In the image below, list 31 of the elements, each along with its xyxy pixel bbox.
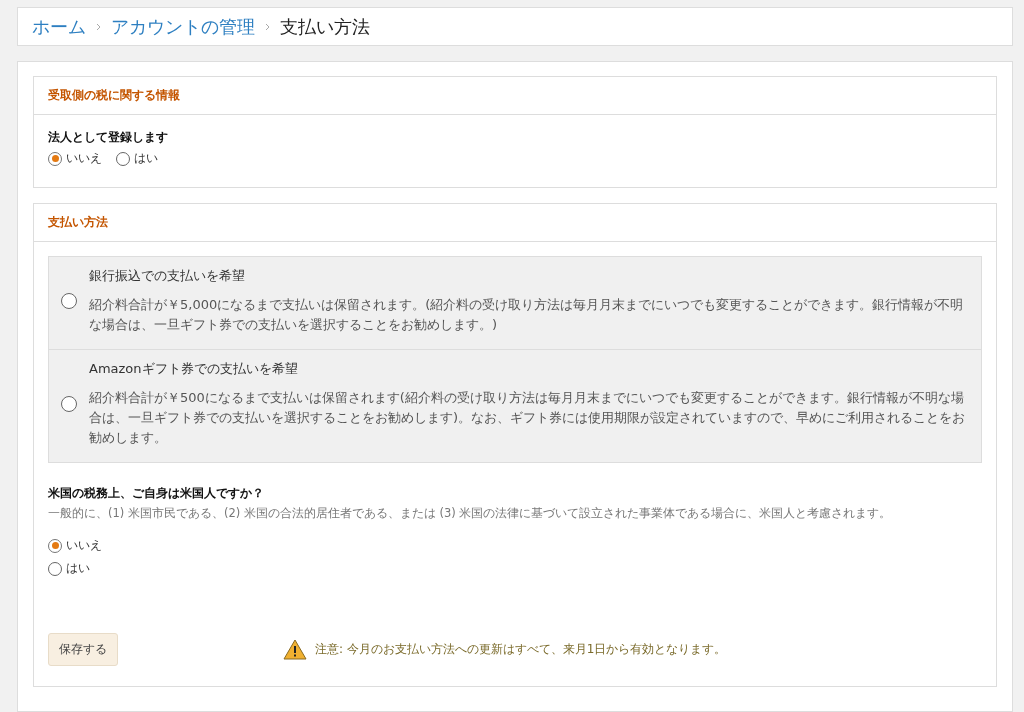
method-title: 銀行振込での支払いを希望: [89, 267, 246, 285]
chevron-icon: [265, 22, 270, 31]
question-text: 法人として登録します: [48, 129, 169, 146]
radio-button[interactable]: [61, 396, 77, 412]
section-title: 受取側の税に関する情報: [34, 77, 996, 115]
radio-button[interactable]: [48, 151, 62, 166]
radio-option[interactable]: はい: [116, 150, 158, 167]
breadcrumb-link[interactable]: アカウントの管理: [111, 14, 255, 39]
radio-button[interactable]: [116, 151, 130, 166]
breadcrumb-link[interactable]: ホーム: [32, 14, 86, 39]
page-title: 支払い方法: [280, 14, 370, 39]
hint-text: 一般的に、(1) 米国市民である、(2) 米国の合法的居住者である、または (3) 米国の法律に基づいて設立された事業体である場合に、米国人と考慮されます。: [48, 506, 893, 521]
save-button[interactable]: 保存する: [48, 633, 118, 666]
method-description: 紹介料合計が￥5,000になるまで支払いは保留されます。(紹介料の受け取り方法は毎月月末までにいつでも変更することができます。銀行情報が不明な場合は、一旦ギフト券での支払いを選択することをお勧めします。): [89, 296, 965, 334]
radio-option[interactable]: いいえ: [48, 150, 102, 167]
radio-button[interactable]: [48, 538, 62, 553]
radio-option[interactable]: いいえ: [48, 537, 982, 554]
method-description: 紹介料合計が￥500になるまで支払いは保留されます(紹介料の受け取り方法は毎月月末までにいつでも変更することができます。銀行情報が不明な場合は、一旦ギフト券での支払いを選択することをお勧めします)。なお、ギフト券には使用期限が設定されていますので、早めにご利用されることをお勧めします。: [89, 389, 967, 447]
warning-icon: [283, 639, 307, 660]
question-text: 米国の税務上、ご自身は米国人ですか？: [48, 485, 265, 502]
chevron-icon: [96, 22, 101, 31]
radio-button[interactable]: [48, 561, 62, 576]
radio-label: いいえ: [66, 537, 102, 554]
radio-label: いいえ: [66, 150, 102, 167]
radio-option[interactable]: はい: [48, 560, 982, 577]
radio-label: はい: [66, 560, 90, 577]
radio-label: はい: [134, 150, 158, 167]
section-title: 支払い方法: [34, 204, 996, 242]
method-title: Amazonギフト券での支払いを希望: [89, 360, 299, 378]
notice-text: 注意: 今月のお支払い方法への更新はすべて、来月1日から有効となります。: [315, 641, 727, 658]
radio-button[interactable]: [61, 293, 77, 309]
